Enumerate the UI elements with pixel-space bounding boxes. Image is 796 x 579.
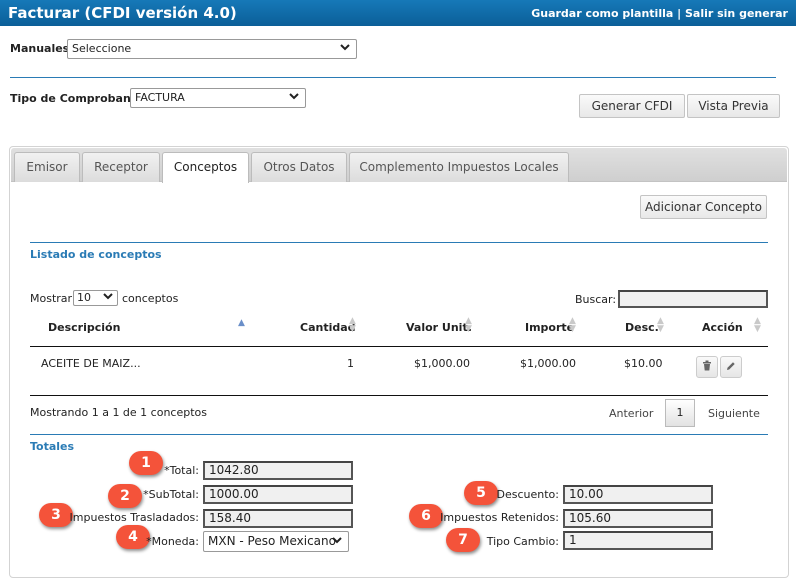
sort-arrows-icon: ▲ ▼ (754, 316, 761, 334)
divider (30, 434, 768, 435)
chevron-down-icon (340, 43, 350, 54)
retenidos-label: Impuestos Retenidos: (440, 511, 559, 524)
title-bar: Facturar (CFDI versión 4.0) Guardar como… (0, 0, 796, 26)
pencil-icon (726, 361, 736, 374)
chevron-down-icon (332, 536, 342, 547)
buscar-input[interactable] (618, 290, 768, 308)
edit-button[interactable] (720, 356, 742, 378)
table-info: Mostrando 1 a 1 de 1 conceptos (30, 406, 207, 419)
sort-arrows-icon: ▲ ▼ (349, 316, 356, 334)
tipo-cambio-field[interactable]: 1 (563, 531, 713, 550)
total-field[interactable]: 1042.80 (203, 461, 353, 480)
total-label: *Total: (164, 464, 199, 477)
tab-receptor[interactable]: Receptor (82, 152, 160, 182)
vista-previa-button[interactable]: Vista Previa (687, 94, 780, 118)
chevron-down-icon (103, 292, 113, 303)
sort-arrows-icon: ▲ ▼ (569, 316, 576, 334)
col-desc[interactable]: Desc. (625, 321, 659, 334)
buscar-label: Buscar: (575, 293, 617, 306)
moneda-select[interactable]: MXN - Peso Mexicano (203, 531, 349, 552)
cell-descripcion: ACEITE DE MAIZ... (41, 357, 141, 370)
page-size-value: 10 (77, 291, 91, 304)
save-template-link[interactable]: Guardar como plantilla (531, 7, 673, 20)
tipo-comprobante-select[interactable]: FACTURA (130, 88, 306, 108)
col-importe[interactable]: Importe (525, 321, 574, 334)
trash-icon (702, 360, 712, 374)
sort-asc-icon: ▲ (238, 318, 245, 328)
generar-cfdi-button[interactable]: Generar CFDI (579, 94, 685, 118)
siguiente-button[interactable]: Siguiente (708, 407, 760, 420)
sort-arrows-icon: ▲ ▼ (465, 316, 472, 334)
delete-button[interactable] (696, 356, 718, 378)
chevron-down-icon (289, 92, 299, 103)
table-header-border (30, 346, 768, 347)
moneda-label: *Moneda: (146, 535, 199, 548)
retenidos-field[interactable]: 105.60 (563, 509, 713, 528)
listado-title: Listado de conceptos (30, 248, 162, 261)
exit-link[interactable]: Salir sin generar (685, 7, 788, 20)
col-valor-unit[interactable]: Valor Unit. (406, 321, 472, 334)
cell-valor-unit: $1,000.00 (414, 357, 470, 370)
page-size-select[interactable]: 10 (73, 290, 118, 306)
trasladados-label: Impuestos Trasladados: (69, 511, 199, 524)
moneda-value: MXN - Peso Mexicano (208, 534, 336, 548)
sort-arrows-icon: ▲ ▼ (657, 316, 664, 334)
manuales-value: Seleccione (72, 42, 132, 55)
table-footer-border (30, 395, 768, 396)
tab-conceptos[interactable]: Conceptos (162, 152, 249, 183)
adicionar-concepto-button[interactable]: Adicionar Concepto (640, 195, 767, 219)
totales-title: Totales (30, 440, 75, 453)
tab-complemento[interactable]: Complemento Impuestos Locales (349, 152, 569, 182)
subtotal-label: *SubTotal: (143, 488, 199, 501)
cell-desc: $10.00 (624, 357, 663, 370)
mostrar-label: Mostrar (30, 292, 73, 305)
trasladados-field[interactable]: 158.40 (203, 509, 353, 528)
divider (30, 242, 768, 243)
cell-importe: $1,000.00 (520, 357, 576, 370)
window-title: Facturar (CFDI versión 4.0) (8, 4, 237, 22)
manuales-select[interactable]: Seleccione (67, 39, 357, 59)
divider (10, 77, 776, 78)
separator: | (673, 7, 685, 20)
manuales-label: Manuales: (10, 42, 74, 55)
title-actions: Guardar como plantilla | Salir sin gener… (531, 7, 788, 20)
tipo-comprobante-value: FACTURA (135, 91, 185, 104)
conceptos-label: conceptos (122, 292, 179, 305)
page-1-button[interactable]: 1 (665, 399, 695, 427)
cell-cantidad: 1 (347, 357, 354, 370)
subtotal-field[interactable]: 1000.00 (203, 485, 353, 504)
tipo-cambio-label: Tipo Cambio: (486, 535, 559, 548)
col-descripcion[interactable]: Descripción (48, 321, 120, 334)
col-accion: Acción (702, 321, 743, 334)
tab-bar: Emisor Receptor Conceptos Otros Datos Co… (11, 148, 787, 183)
col-cantidad[interactable]: Cantidad (300, 321, 356, 334)
tab-otros-datos[interactable]: Otros Datos (251, 152, 347, 182)
descuento-field[interactable]: 10.00 (563, 485, 713, 504)
descuento-label: Descuento: (496, 488, 559, 501)
tab-emisor[interactable]: Emisor (14, 152, 80, 182)
tipo-comprobante-label: Tipo de Comprobante: (10, 92, 148, 105)
anterior-button[interactable]: Anterior (609, 407, 653, 420)
